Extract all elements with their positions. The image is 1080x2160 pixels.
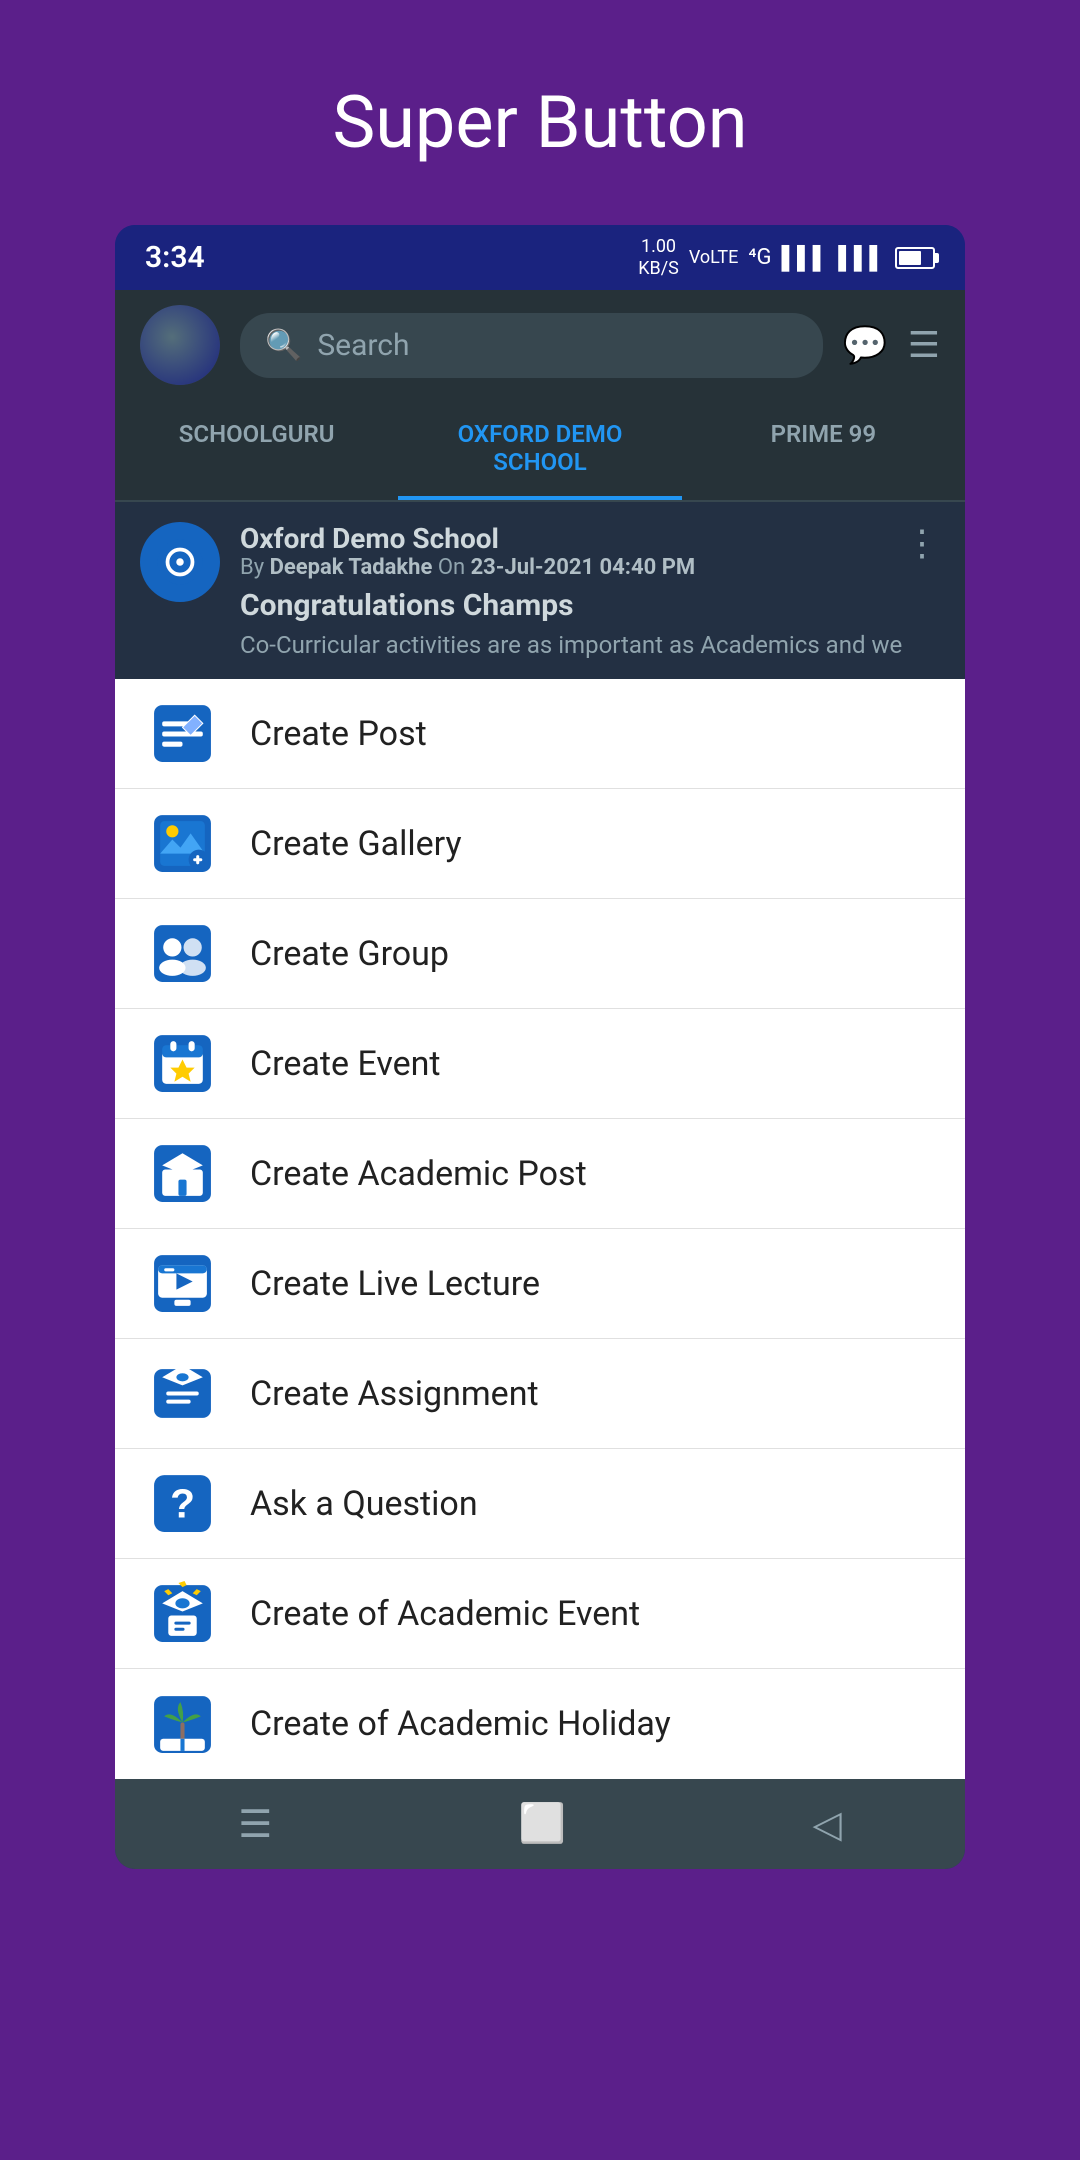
app-header: 🔍 Search 💬 ☰ [115, 290, 965, 400]
square-nav-icon[interactable]: ⬜ [519, 1802, 566, 1846]
menu-item-create-assignment[interactable]: Create Assignment [115, 1339, 965, 1449]
create-academic-event-label: Create of Academic Event [250, 1594, 640, 1634]
academic-post-icon [145, 1136, 220, 1211]
battery-icon [895, 247, 935, 269]
question-icon: ? [145, 1466, 220, 1541]
post-body: Co-Curricular activities are as importan… [240, 631, 940, 659]
menu-item-create-academic-holiday[interactable]: Create of Academic Holiday [115, 1669, 965, 1779]
menu-item-create-live-lecture[interactable]: Create Live Lecture [115, 1229, 965, 1339]
post-author: Deepak Tadakhe [270, 555, 433, 580]
menu-item-create-academic-post[interactable]: Create Academic Post [115, 1119, 965, 1229]
post-icon [145, 696, 220, 771]
tab-oxford[interactable]: OXFORD DEMO SCHOOL [398, 400, 681, 500]
tab-schoolguru[interactable]: SCHOOLGURU [115, 400, 398, 500]
page-title: Super Button [332, 80, 747, 165]
menu-item-create-academic-event[interactable]: Create of Academic Event [115, 1559, 965, 1669]
post-title: Congratulations Champs [240, 588, 940, 623]
school-avatar [140, 522, 220, 602]
menu-item-create-post[interactable]: Create Post [115, 679, 965, 789]
search-bar[interactable]: 🔍 Search [240, 313, 823, 378]
assignment-icon [145, 1356, 220, 1431]
academic-holiday-icon [145, 1687, 220, 1762]
network-icon: ⁴G [748, 245, 771, 270]
phone-frame: 3:34 1.00KB/S VoLTE ⁴G ▌▌▌ ▌▌▌ 🔍 Search … [115, 225, 965, 1869]
network-speed-icon: 1.00KB/S [638, 236, 679, 279]
create-academic-holiday-label: Create of Academic Holiday [250, 1704, 671, 1744]
menu-item-create-gallery[interactable]: Create Gallery [115, 789, 965, 899]
status-time: 3:34 [145, 240, 205, 275]
create-academic-post-label: Create Academic Post [250, 1154, 587, 1194]
search-input-label: Search [317, 328, 409, 363]
create-gallery-label: Create Gallery [250, 824, 462, 864]
post-content: Oxford Demo School By Deepak Tadakhe On … [240, 522, 940, 659]
group-icon [145, 916, 220, 991]
menu-item-create-event[interactable]: Create Event [115, 1009, 965, 1119]
menu-list: Create Post Create Gallery [115, 679, 965, 1779]
ask-question-label: Ask a Question [250, 1484, 478, 1524]
academic-event-icon [145, 1576, 220, 1651]
tab-prime99[interactable]: PRIME 99 [682, 400, 965, 500]
volte-icon: VoLTE [689, 247, 739, 268]
post-by-label: By [240, 555, 270, 580]
svg-text:?: ? [170, 1481, 195, 1527]
status-icons: 1.00KB/S VoLTE ⁴G ▌▌▌ ▌▌▌ [638, 236, 935, 279]
signal-icon: ▌▌▌ [781, 245, 828, 271]
create-post-label: Create Post [250, 714, 427, 754]
post-on-label: On [438, 555, 471, 580]
bottom-nav: ☰ ⬜ ◁ [115, 1779, 965, 1869]
create-event-label: Create Event [250, 1044, 441, 1084]
create-group-label: Create Group [250, 934, 449, 974]
header-icons: 💬 ☰ [843, 324, 940, 366]
create-assignment-label: Create Assignment [250, 1374, 539, 1414]
signal-icon2: ▌▌▌ [838, 245, 885, 271]
hamburger-icon[interactable]: ☰ [908, 324, 940, 366]
post-more-button[interactable]: ⋮ [904, 522, 940, 564]
post-date: 23-Jul-2021 04:40 PM [471, 555, 696, 580]
menu-item-create-group[interactable]: Create Group [115, 899, 965, 1009]
tab-bar: SCHOOLGURU OXFORD DEMO SCHOOL PRIME 99 [115, 400, 965, 502]
hamburger-nav-icon[interactable]: ☰ [238, 1802, 272, 1847]
post-meta: By Deepak Tadakhe On 23-Jul-2021 04:40 P… [240, 555, 940, 580]
gallery-icon [145, 806, 220, 881]
event-icon [145, 1026, 220, 1101]
avatar[interactable] [140, 305, 220, 385]
post-school-name: Oxford Demo School [240, 522, 940, 555]
live-lecture-icon [145, 1246, 220, 1321]
search-icon: 🔍 [265, 328, 302, 363]
post-area: Oxford Demo School By Deepak Tadakhe On … [115, 502, 965, 679]
chat-icon[interactable]: 💬 [843, 324, 888, 366]
status-bar: 3:34 1.00KB/S VoLTE ⁴G ▌▌▌ ▌▌▌ [115, 225, 965, 290]
menu-item-ask-question[interactable]: ? Ask a Question [115, 1449, 965, 1559]
back-nav-icon[interactable]: ◁ [813, 1802, 842, 1847]
create-live-lecture-label: Create Live Lecture [250, 1264, 540, 1304]
